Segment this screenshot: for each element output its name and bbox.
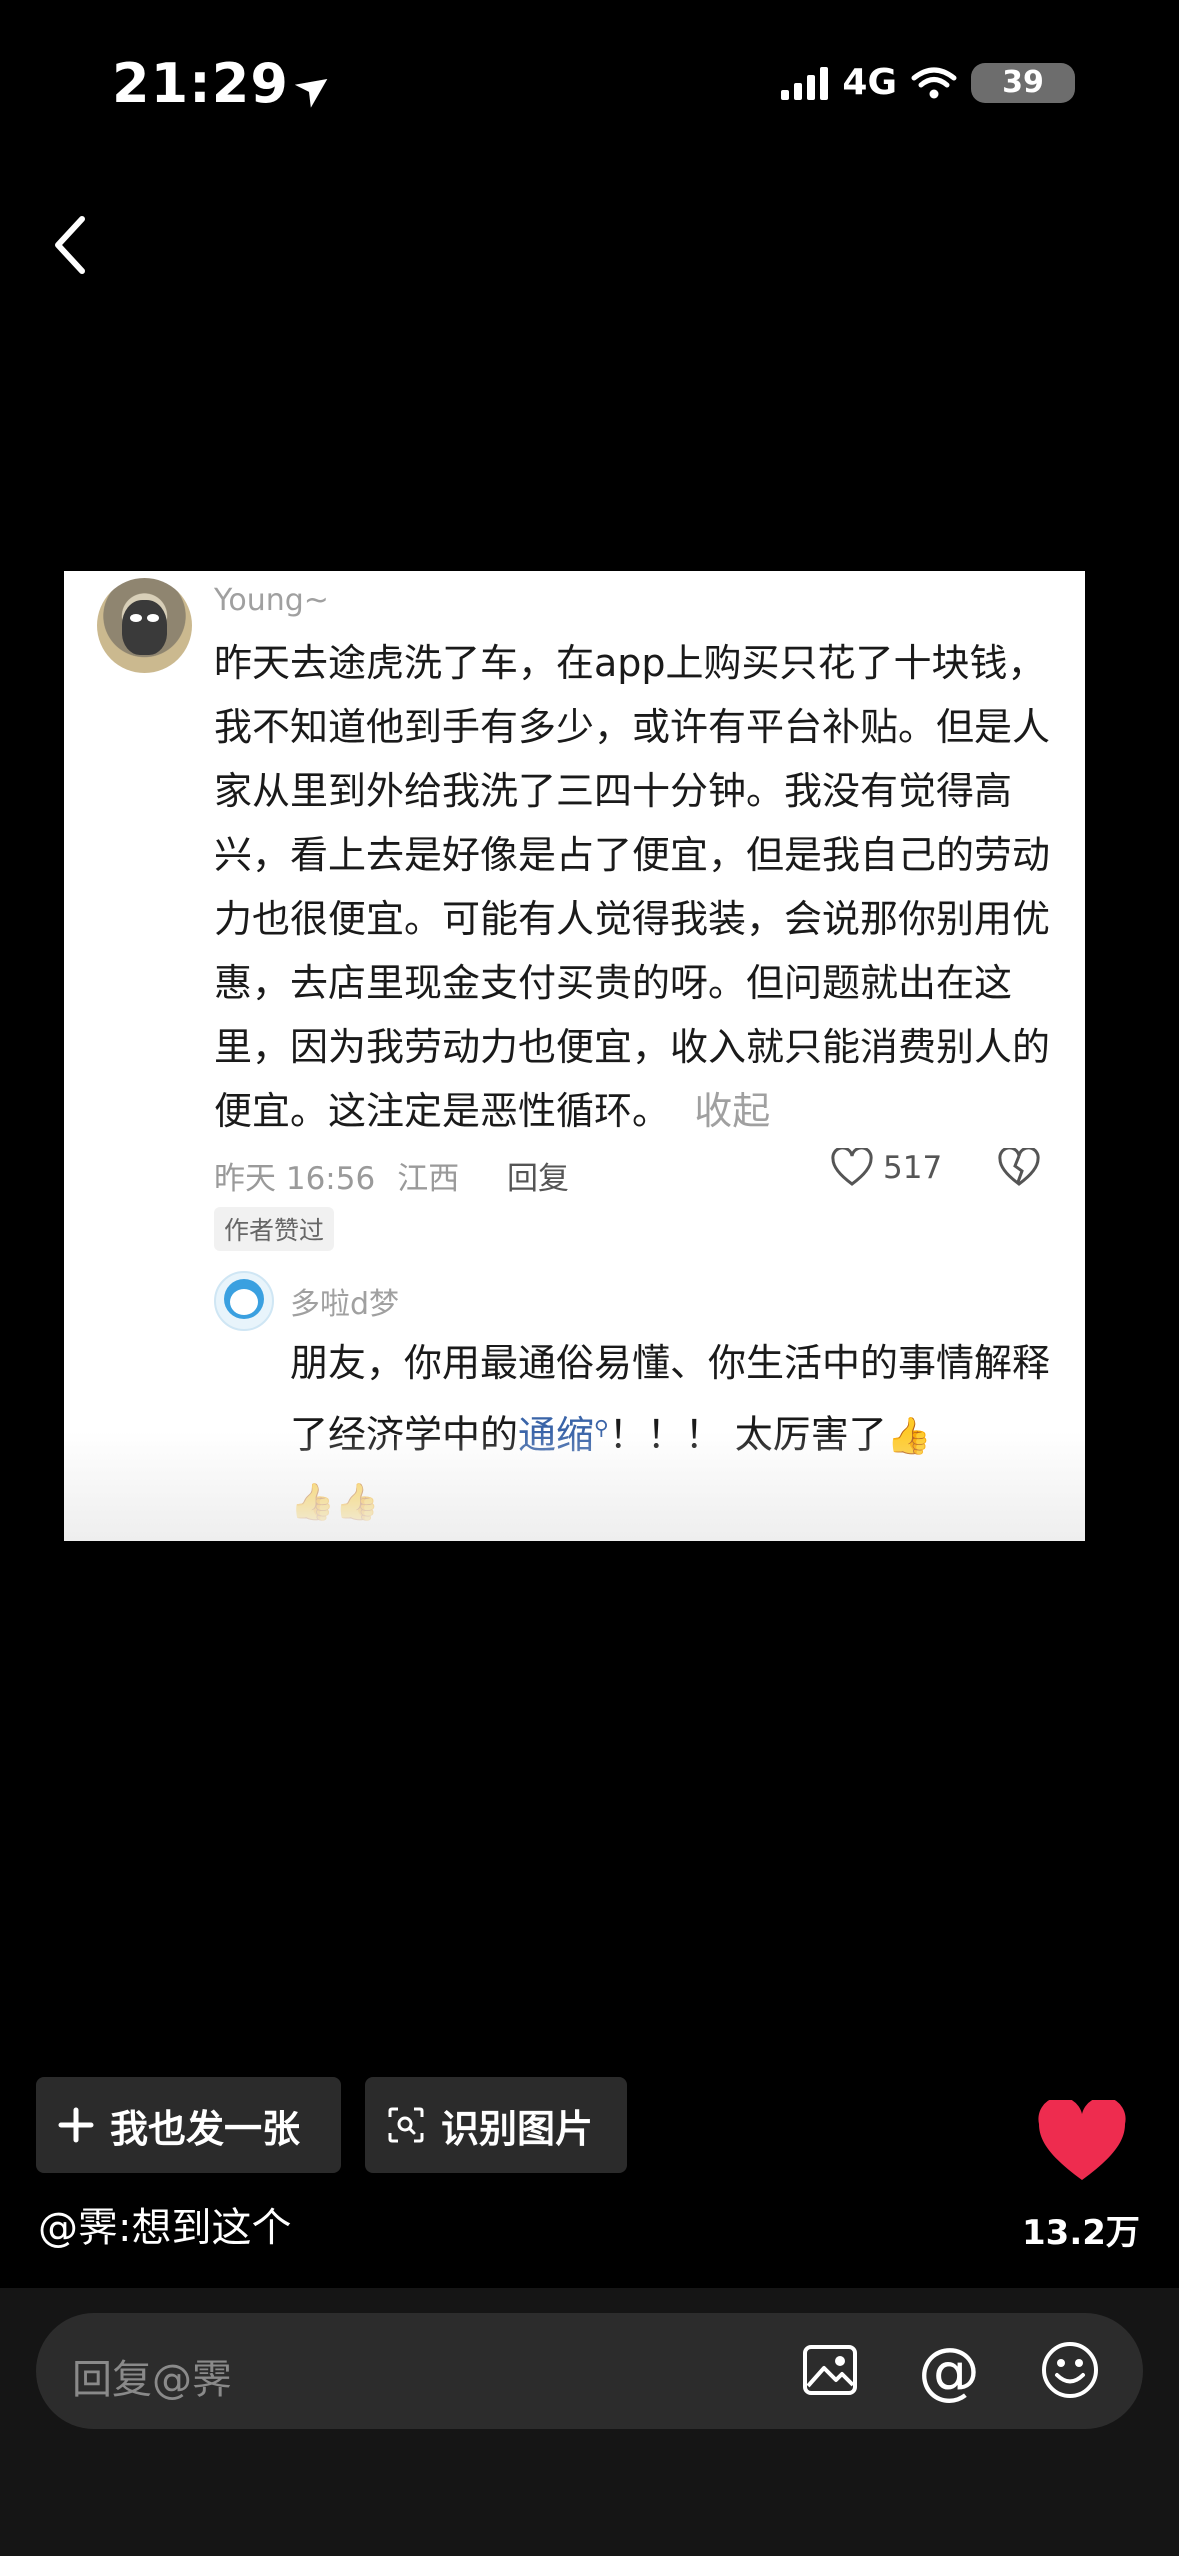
avatar — [214, 1271, 274, 1331]
emoji-icon[interactable] — [1040, 2340, 1100, 2400]
card-fade — [64, 1431, 1085, 1541]
comment-location: 江西 — [397, 1161, 460, 1197]
like-count: 13.2万 — [1022, 2213, 1140, 2253]
author-liked-badge: 作者赞过 — [214, 1207, 335, 1251]
wifi-icon — [911, 67, 957, 98]
comment-reply-button: 回复 — [507, 1161, 569, 1197]
status-indicators: 4G 39 — [781, 62, 1075, 103]
avatar — [97, 578, 192, 673]
like-heart-icon[interactable] — [1037, 2100, 1127, 2184]
comment-like: 517 — [831, 1148, 942, 1188]
comment-meta: 昨天 16:56 江西 — [214, 1153, 459, 1198]
comment-text: 昨天去途虎洗了车，在app上购买只花了十块钱，我不知道他到手有多少，或许有平台补… — [214, 641, 1051, 1133]
post-caption: @霁:想到这个 — [38, 2205, 292, 2251]
chevron-left-icon — [55, 216, 85, 274]
signal-icon — [781, 66, 829, 100]
plus-icon — [58, 2107, 94, 2143]
collapse-link: 收起 — [694, 1089, 771, 1133]
status-time: 21:29➤ — [112, 52, 344, 120]
back-button[interactable] — [40, 200, 100, 290]
heart-outline-icon — [831, 1148, 873, 1186]
post-too-button[interactable]: 我也发一张 — [36, 2077, 341, 2173]
battery-icon: 39 — [971, 62, 1075, 103]
scan-icon — [388, 2107, 424, 2143]
broken-heart-icon — [998, 1146, 1040, 1192]
mention-icon[interactable]: @ — [918, 2334, 980, 2407]
comment-time: 昨天 16:56 — [214, 1161, 376, 1197]
location-arrow-icon: ➤ — [283, 55, 344, 120]
comment-screenshot[interactable]: Young~ 昨天去途虎洗了车，在app上购买只花了十块钱，我不知道他到手有多少… — [64, 571, 1085, 1541]
image-icon[interactable] — [800, 2340, 860, 2400]
recognize-image-button[interactable]: 识别图片 — [365, 2077, 627, 2173]
network-type: 4G — [842, 62, 897, 103]
comment-username: 多啦d梦 — [290, 1287, 400, 1322]
reply-placeholder: 回复@霁 — [72, 2357, 232, 2403]
comment-username: Young~ — [214, 583, 329, 618]
